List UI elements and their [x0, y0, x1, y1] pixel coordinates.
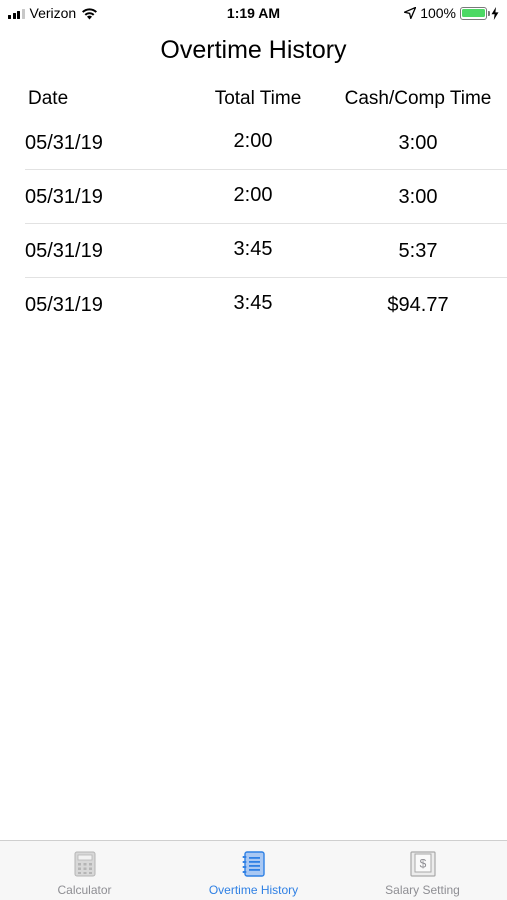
tab-calculator[interactable]: Calculator	[0, 841, 169, 900]
row-date: 05/31/19	[25, 132, 103, 154]
table-row[interactable]: 05/31/19 2:00 3:00	[25, 116, 507, 170]
svg-text:$: $	[419, 857, 426, 871]
header-total-time: Total Time	[214, 88, 302, 109]
row-total-time: 3:45	[233, 238, 273, 260]
history-list: 05/31/19 2:00 3:00 05/31/19 2:00 3:00 05…	[0, 116, 507, 332]
tab-calculator-label: Calculator	[57, 883, 112, 897]
row-total-time: 2:00	[233, 184, 273, 206]
row-total-time: 3:45	[233, 292, 273, 314]
header-date: Date	[28, 88, 69, 109]
battery-percent: 100%	[420, 5, 456, 21]
row-cash-comp-time: 5:37	[398, 240, 438, 262]
table-row[interactable]: 05/31/19 3:45 5:37	[25, 224, 507, 278]
tab-bar: Calculator Overtime History $ Salary Set…	[0, 840, 507, 900]
dollar-document-icon: $	[409, 851, 436, 877]
row-date: 05/31/19	[25, 186, 103, 208]
charging-bolt-icon	[491, 6, 499, 20]
screen: Verizon 1:19 AM 100% Overtime History Da…	[0, 0, 507, 900]
location-arrow-icon	[404, 7, 417, 19]
calculator-icon	[74, 851, 95, 877]
table-header: Date Total Time Cash/Comp Time	[0, 88, 507, 116]
page-title: Overtime History	[160, 36, 347, 64]
battery-icon	[460, 6, 490, 20]
row-cash-comp-time: 3:00	[398, 186, 438, 208]
row-cash-comp-time: 3:00	[398, 132, 438, 154]
table-row[interactable]: 05/31/19 2:00 3:00	[25, 170, 507, 224]
status-right: 100%	[404, 5, 499, 21]
table-row[interactable]: 05/31/19 3:45 $94.77	[25, 278, 507, 332]
header-cash-comp-time: Cash/Comp Time	[344, 88, 492, 109]
tab-overtime-history[interactable]: Overtime History	[169, 841, 338, 900]
row-date: 05/31/19	[25, 240, 103, 262]
row-cash-comp-time: $94.77	[387, 294, 449, 316]
row-date: 05/31/19	[25, 294, 103, 316]
tab-salary-setting-label: Salary Setting	[385, 883, 460, 897]
notebook-icon	[242, 851, 265, 877]
status-bar: Verizon 1:19 AM 100%	[0, 0, 507, 28]
battery-fill	[462, 8, 485, 18]
row-total-time: 2:00	[233, 130, 273, 152]
tab-salary-setting[interactable]: $ Salary Setting	[338, 841, 507, 900]
tab-overtime-history-label: Overtime History	[208, 883, 299, 897]
